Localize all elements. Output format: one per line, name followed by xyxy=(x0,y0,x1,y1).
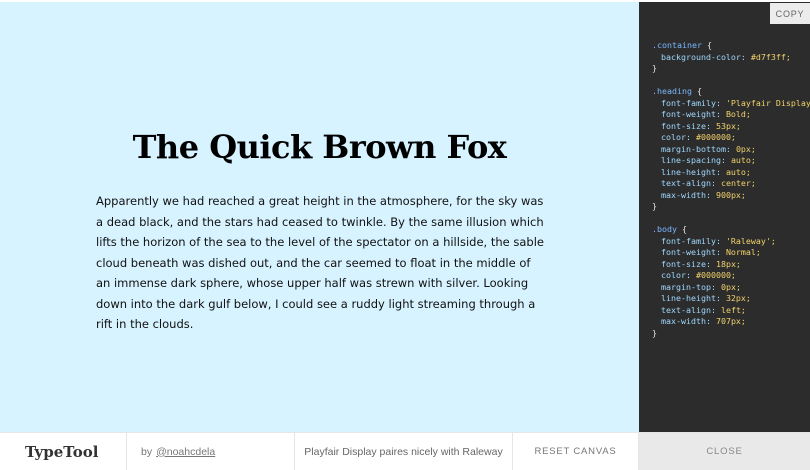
code-rule: color: #000000; xyxy=(661,132,736,142)
code-selector: .container { xyxy=(652,40,712,50)
code-close-brace: } xyxy=(652,201,657,211)
code-rule: font-family: 'Playfair Display'; xyxy=(661,97,810,108)
canvas-body-text[interactable]: Apparently we had reached a great height… xyxy=(96,191,546,335)
canvas-heading[interactable]: The Quick Brown Fox xyxy=(0,128,639,166)
close-button[interactable]: CLOSE xyxy=(639,433,810,470)
css-code-panel: COPY .container {background-color: #d7f3… xyxy=(639,2,810,432)
code-block: .heading {font-family: 'Playfair Display… xyxy=(652,86,810,213)
code-close-brace: } xyxy=(652,63,657,73)
code-rule: font-size: 53px; xyxy=(661,120,741,131)
code-rule: margin-top: 0px; xyxy=(661,281,741,292)
code-rule: font-family: 'Raleway'; xyxy=(661,235,776,246)
code-rule: margin-bottom: 0px; xyxy=(661,143,756,154)
code-close-brace: } xyxy=(652,327,657,338)
font-pairing-note: Playfair Display paires nicely with Rale… xyxy=(295,433,513,470)
code-rule: max-width: 900px; xyxy=(661,189,746,200)
code-rule: text-align: center; xyxy=(661,178,756,188)
code-rule: font-weight: Normal; xyxy=(661,247,761,257)
type-canvas: The Quick Brown Fox Apparently we had re… xyxy=(0,2,639,432)
code-block: .body {font-family: 'Raleway'; font-weigh… xyxy=(652,224,810,339)
code-rule: font-weight: Bold; xyxy=(661,109,751,119)
code-rule: color: #000000; xyxy=(661,270,736,280)
code-rule: font-size: 18px; xyxy=(661,258,741,269)
code-selector: .body { xyxy=(652,224,687,234)
code-block: .container {background-color: #d7f3ff;} xyxy=(652,40,810,75)
author-link[interactable]: @noahcdela xyxy=(156,446,215,458)
code-rule: max-width: 707px; xyxy=(661,316,746,326)
css-code: .container {background-color: #d7f3ff;}.… xyxy=(652,40,810,351)
author-credit: by @noahcdela xyxy=(127,433,295,470)
code-rule: line-spacing: auto; xyxy=(661,155,756,165)
code-rule: text-align: left; xyxy=(661,304,746,315)
reset-canvas-button[interactable]: RESET CANVAS xyxy=(513,433,639,470)
code-rule: background-color: #d7f3ff; xyxy=(661,51,791,62)
bottom-bar: TypeTool by @noahcdela Playfair Display … xyxy=(0,432,810,470)
code-selector: .heading { xyxy=(652,86,702,96)
code-rule: line-height: auto; xyxy=(661,166,751,177)
copy-button[interactable]: COPY xyxy=(770,3,810,24)
brand-logo: TypeTool xyxy=(0,433,127,470)
code-rule: line-height: 32px; xyxy=(661,293,751,303)
author-prefix: by xyxy=(141,445,153,458)
